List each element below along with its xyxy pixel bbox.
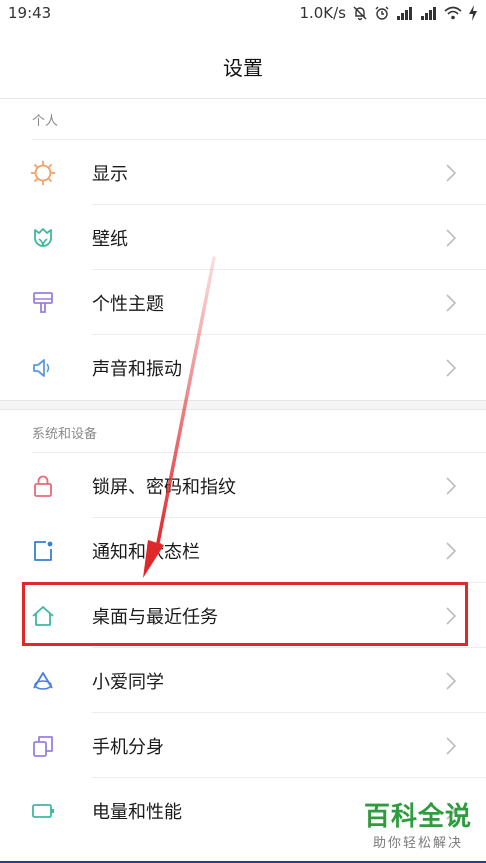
sun-icon [30, 160, 56, 186]
paint-brush-icon [30, 290, 56, 316]
lock-icon [30, 473, 56, 499]
bell-off-icon [352, 5, 368, 21]
section-header-personal: 个人 [32, 114, 59, 129]
wifi-icon [444, 6, 462, 20]
status-icons: 1.0K/s [299, 4, 478, 22]
alarm-icon [374, 5, 390, 21]
speaker-icon [30, 355, 56, 381]
settings-item-second-space[interactable]: 手机分身 [0, 713, 486, 778]
clone-icon [30, 733, 56, 759]
settings-item-xiaoai[interactable]: 小爱同学 [0, 648, 486, 713]
chevron-right-icon [444, 540, 458, 562]
settings-item-label: 显示 [92, 164, 128, 185]
header-divider [0, 98, 486, 99]
settings-item-label: 手机分身 [92, 737, 164, 758]
settings-item-display[interactable]: 显示 [0, 140, 486, 205]
settings-item-label: 锁屏、密码和指纹 [92, 477, 236, 498]
settings-item-label: 电量和性能 [92, 802, 182, 823]
settings-item-theme[interactable]: 个性主题 [0, 270, 486, 335]
chevron-right-icon [444, 357, 458, 379]
page-title: 设置 [223, 56, 263, 80]
watermark-sub-text: 助你轻松解决 [372, 836, 463, 851]
annotation-highlight-box [22, 582, 468, 646]
watermark-logo: 百科全说 助你轻松解决 [364, 802, 472, 851]
section-header-system: 系统和设备 [32, 427, 98, 442]
chevron-right-icon [444, 292, 458, 314]
network-speed: 1.0K/s [299, 4, 346, 22]
chevron-right-icon [444, 475, 458, 497]
settings-item-label: 通知和状态栏 [92, 542, 200, 563]
notification-icon [30, 538, 56, 564]
chevron-right-icon [444, 735, 458, 757]
status-time: 19:43 [8, 4, 52, 22]
section-gap [0, 400, 486, 410]
signal-icon [420, 6, 438, 20]
status-bar: 19:43 1.0K/s [0, 0, 486, 28]
settings-item-label: 声音和振动 [92, 359, 182, 380]
tulip-icon [30, 225, 56, 251]
xiaoai-icon [30, 668, 56, 694]
settings-item-wallpaper[interactable]: 壁纸 [0, 205, 486, 270]
settings-item-lockscreen[interactable]: 锁屏、密码和指纹 [0, 453, 486, 518]
chevron-right-icon [444, 227, 458, 249]
watermark-main-text: 百科全说 [363, 802, 472, 832]
settings-item-label: 小爱同学 [92, 672, 164, 693]
battery-icon [30, 798, 56, 824]
settings-item-sound[interactable]: 声音和振动 [0, 335, 486, 400]
signal-icon [396, 6, 414, 20]
settings-item-notifications[interactable]: 通知和状态栏 [0, 518, 486, 583]
settings-item-label: 个性主题 [92, 294, 164, 315]
chevron-right-icon [444, 670, 458, 692]
charging-icon [468, 5, 478, 21]
chevron-right-icon [444, 162, 458, 184]
settings-item-label: 壁纸 [92, 229, 128, 250]
title-bar: 设置 [0, 28, 486, 98]
